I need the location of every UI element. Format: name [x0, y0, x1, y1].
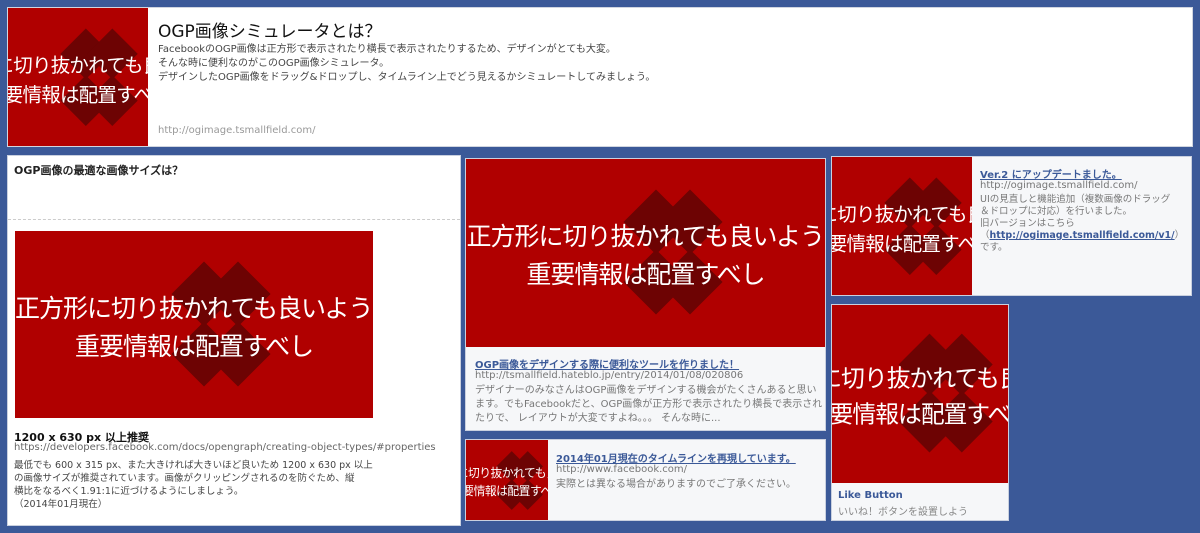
og-image-art: 正方形に切り抜かれても良いように重要情報は配置すべし — [832, 157, 972, 295]
image-size-card: OGP画像の最適な画像サイズは？ 正方形に切り抜かれても良いように 重要情報は配置… — [7, 155, 461, 526]
og-image-landscape: 正方形に切り抜かれても良いように 重要情報は配置すべし — [15, 231, 373, 418]
og-image-text-line1: 正方形に切り抜かれても良いように — [466, 222, 826, 251]
blog-url: http://tsmallfield.hateblo.jp/entry/2014… — [475, 370, 744, 381]
size-card-header: OGP画像の最適な画像サイズは？ — [14, 164, 184, 177]
og-image-square: 正方形に切り抜かれても良いように重要情報は配置すべし — [832, 157, 972, 295]
blog-desc-line: デザイナーのみなさんはOGP画像をデザインする機会がたくさんあると思い — [475, 385, 817, 396]
update-desc-line: ＆ドロップに対応）を行いました。 — [980, 206, 1133, 217]
intro-desc-line: そんな時に便利なのがこのOGP画像シミュレータ。 — [158, 58, 390, 69]
update-desc-line: 旧バージョンはこちら — [980, 218, 1075, 229]
og-image-text-line2: 重要情報は配置すべし — [832, 232, 972, 256]
og-image-art: 正方形に切り抜かれても良いように重要情報は配置すべし — [466, 159, 826, 347]
og-image-landscape: 正方形に切り抜かれても良いように 重要情報は配置すべし — [466, 159, 825, 347]
og-image-thumb: 正方形に切り抜かれても良いように重要情報は配置すべし — [466, 440, 548, 520]
paren-close: ） — [1174, 230, 1185, 241]
og-image-text-line2: 重要情報は配置すべし — [832, 400, 1008, 429]
size-desc-line: 横比をなるべく1.91:1に近づけるようにしましょう。 — [14, 486, 244, 497]
og-image-square: 正方形に切り抜かれても良いように重要情報は配置すべし — [8, 8, 148, 146]
timeline-desc: 実際とは異なる場合がありますのでご了承ください。 — [556, 479, 796, 490]
intro-desc-line: デザインしたOGP画像をドラッグ&ドロップし、タイムライン上でどう見えるかシミュ… — [158, 72, 656, 83]
intro-title: OGP画像シミュレータとは？ — [158, 22, 382, 42]
blog-title-link[interactable]: OGP画像をデザインする際に便利なツールを作りました！ — [475, 356, 739, 371]
og-image-square: 正方形に切り抜かれても良いように重要情報は配置すべし — [832, 305, 1008, 483]
update-title-link[interactable]: Ver.2 にアップデートました。 — [980, 166, 1122, 181]
size-desc-line: の画像サイズが推奨されています。画像がクリッピングされるのを防ぐため、縦 — [14, 473, 355, 484]
blog-share-card: 正方形に切り抜かれても良いように 重要情報は配置すべし OGP画像をデザインする際… — [465, 158, 826, 431]
size-desc-line: （2014年01月現在） — [14, 499, 108, 510]
og-image-text-line1: 正方形に切り抜かれても良いように — [832, 202, 972, 226]
og-image-text-line2: 重要情報は配置すべし — [526, 260, 765, 289]
size-desc-line: 最低でも 600 x 315 px、また大きければ大きいほど良いため 1200 … — [14, 460, 373, 471]
like-desc: いいね！ボタンを設置しよう — [838, 507, 968, 518]
blog-desc-line: ます。でもFacebookだと、OGP画像が正方形で表示されたり横長で表示され — [475, 399, 823, 410]
update-desc-tail: です。 — [980, 242, 1008, 253]
blog-desc-line: たりで、 レイアウトが大変ですよね。。。 そんな時に... — [475, 413, 721, 424]
size-url[interactable]: https://developers.facebook.com/docs/ope… — [14, 442, 436, 453]
intro-url[interactable]: http://ogimage.tsmallfield.com/ — [158, 125, 315, 136]
og-image-text-line1: 正方形に切り抜かれても良いように — [466, 466, 548, 481]
og-image-art: 正方形に切り抜かれても良いように重要情報は配置すべし — [466, 440, 548, 520]
update-url: http://ogimage.tsmallfield.com/ — [980, 180, 1138, 191]
intro-card: 正方形に切り抜かれても良いように重要情報は配置すべし OGP画像シミュレータとは… — [7, 7, 1193, 147]
divider — [8, 219, 460, 220]
og-image-text-line1: 正方形に切り抜かれても良いように — [8, 53, 148, 77]
v1-link[interactable]: http://ogimage.tsmallfield.com/v1/ — [990, 230, 1175, 241]
update-desc-line: UIの見直しと機能追加（複数画像のドラッグ — [980, 194, 1171, 205]
og-image-art: 正方形に切り抜かれても良いように重要情報は配置すべし — [8, 8, 148, 146]
timeline-url: http://www.facebook.com/ — [556, 464, 688, 475]
og-image-art: 正方形に切り抜かれても良いように重要情報は配置すべし — [832, 305, 1008, 483]
og-image-text-line2: 重要情報は配置すべし — [74, 331, 314, 361]
update-share-card: 正方形に切り抜かれても良いように重要情報は配置すべし Ver.2 にアップデート… — [831, 156, 1192, 296]
og-image-text-line1: 正方形に切り抜かれても良いように — [15, 293, 373, 323]
timeline-share-card: 正方形に切り抜かれても良いように重要情報は配置すべし 2014年01月現在のタイ… — [465, 439, 826, 521]
like-button-card: 正方形に切り抜かれても良いように重要情報は配置すべし Like Button い… — [831, 304, 1009, 521]
og-image-text-line2: 重要情報は配置すべし — [466, 484, 548, 498]
og-image-text-line2: 重要情報は配置すべし — [8, 83, 148, 107]
paren-open: （ — [980, 230, 990, 241]
like-title[interactable]: Like Button — [838, 490, 903, 501]
timeline-title-link[interactable]: 2014年01月現在のタイムラインを再現しています。 — [556, 450, 796, 465]
og-image-text-line1: 正方形に切り抜かれても良いように — [832, 364, 1008, 393]
og-image-art: 正方形に切り抜かれても良いように重要情報は配置すべし — [15, 231, 373, 418]
intro-desc-line: FacebookのOGP画像は正方形で表示されたり横長で表示されたりするため、デ… — [158, 44, 616, 55]
